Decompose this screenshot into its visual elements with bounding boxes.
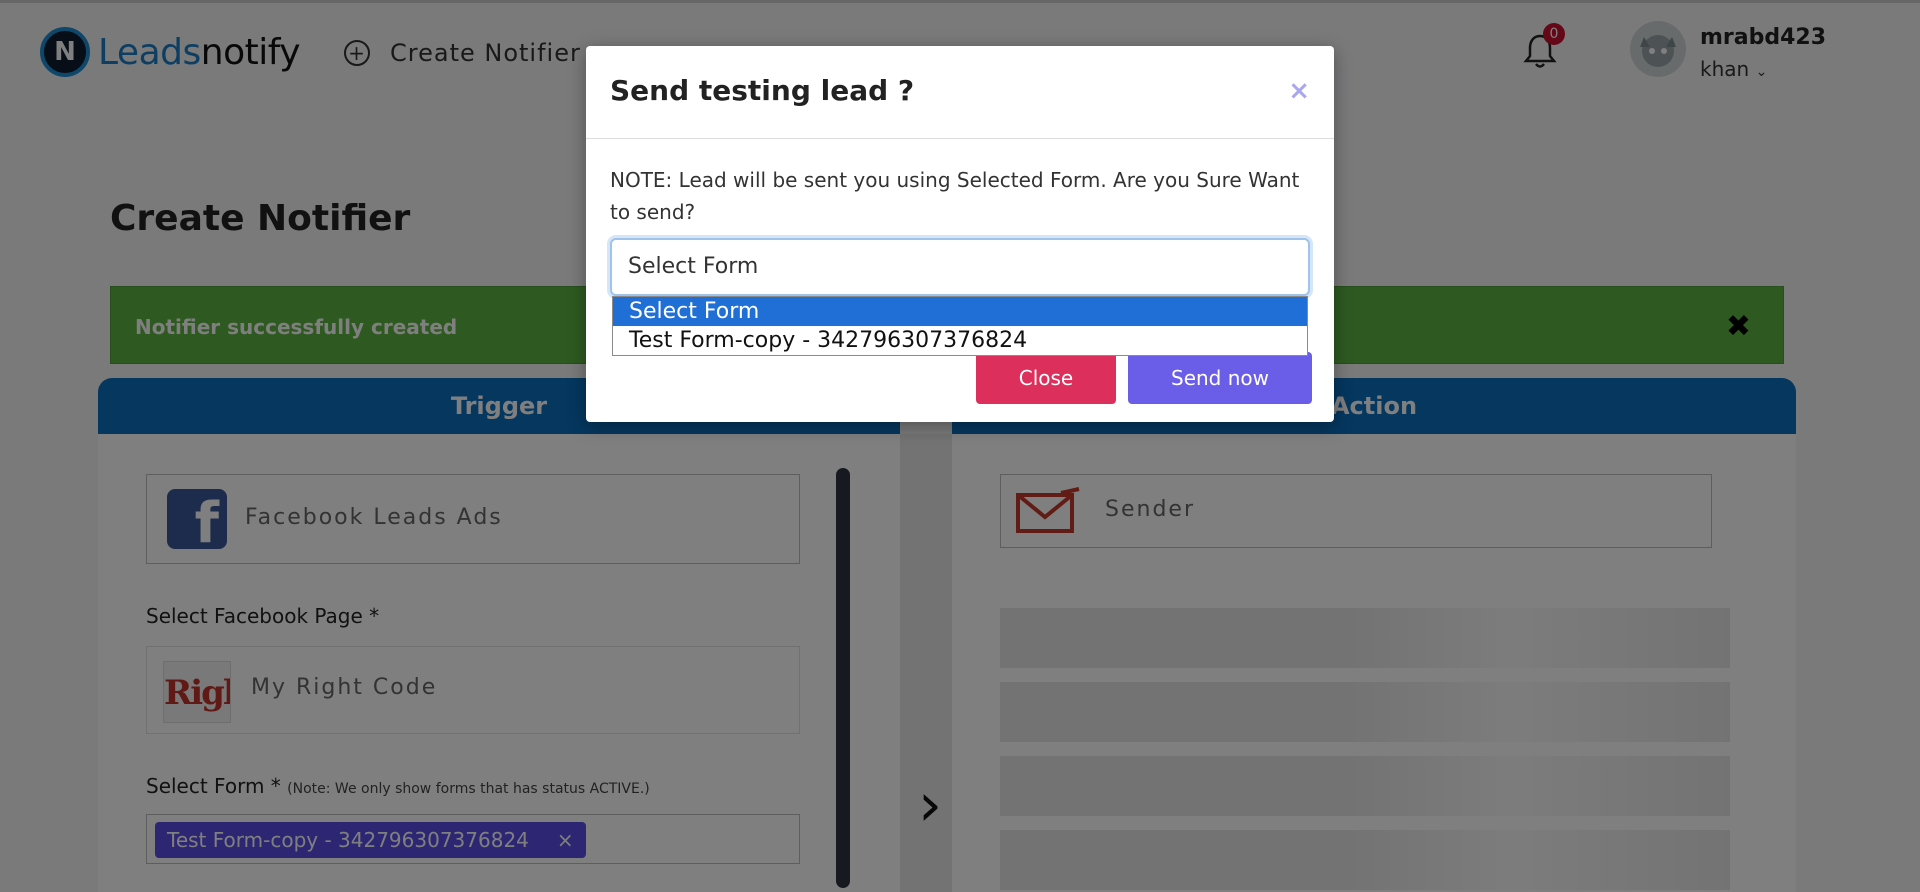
send-test-lead-modal: Send testing lead ? × NOTE: Lead will be…: [586, 46, 1334, 422]
modal-title: Send testing lead ?: [610, 74, 915, 107]
modal-divider: [586, 138, 1334, 139]
form-select-dropdown: Select Form Test Form-copy - 34279630737…: [612, 296, 1308, 356]
dropdown-option[interactable]: Test Form-copy - 342796307376824: [613, 326, 1307, 355]
modal-note: NOTE: Lead will be sent you using Select…: [610, 168, 1300, 224]
close-button[interactable]: Close: [976, 352, 1116, 404]
close-icon[interactable]: ×: [1288, 76, 1310, 106]
send-now-button[interactable]: Send now: [1128, 352, 1312, 404]
form-select[interactable]: Select Form: [610, 238, 1310, 296]
dropdown-option[interactable]: Select Form: [613, 297, 1307, 326]
